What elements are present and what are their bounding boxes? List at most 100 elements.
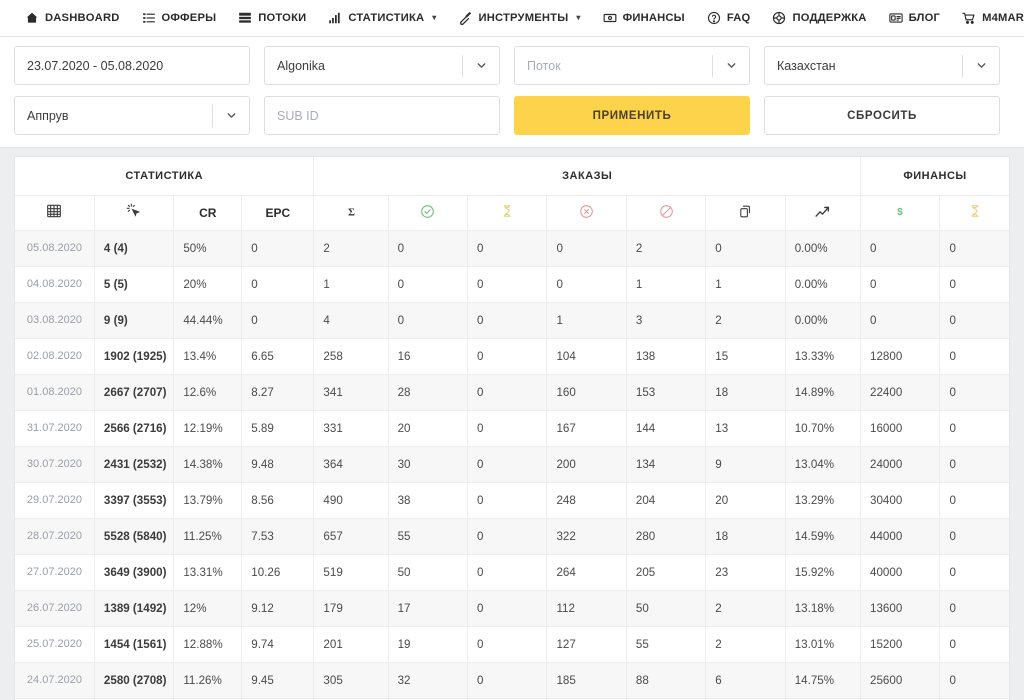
status-select[interactable]: Аппрув xyxy=(14,96,250,135)
cell-rejected: 138 xyxy=(626,338,707,375)
stream-select[interactable]: Поток xyxy=(514,46,750,85)
cell-hold: 0 xyxy=(939,446,1009,483)
table-row[interactable]: 02.08.2020 1902 (1925) 13.4% 6.65 258 16 0 104 1… xyxy=(15,338,1009,375)
cell-clicks: 3397 (3553) xyxy=(94,482,175,519)
table-column-header-cr[interactable]: CR xyxy=(173,195,243,231)
nav-item-блог[interactable]: БЛОГ xyxy=(878,0,951,37)
sigma-icon: Σ xyxy=(344,204,359,219)
cell-hold: 0 xyxy=(939,266,1009,303)
cell-rejected: 204 xyxy=(626,482,707,519)
table-column-header-cancelled[interactable] xyxy=(546,195,627,231)
table-row[interactable]: 28.07.2020 5528 (5840) 11.25% 7.53 657 55 0 322… xyxy=(15,518,1009,555)
table-row[interactable]: 01.08.2020 2667 (2707) 12.6% 8.27 341 28 0 160 1… xyxy=(15,374,1009,411)
reset-button[interactable]: СБРОСИТЬ xyxy=(764,96,1000,135)
chevron-down-icon[interactable] xyxy=(963,47,999,84)
cell-trend: 14.89% xyxy=(785,374,862,411)
table-column-header-approved[interactable] xyxy=(388,195,469,231)
cell-hold: 0 xyxy=(939,662,1009,699)
chevron-down-icon[interactable] xyxy=(463,47,499,84)
table-row[interactable]: 04.08.2020 5 (5) 20% 0 1 0 0 0 1 1 0.00% 0 0 xyxy=(15,266,1009,303)
table-column-header-epc[interactable]: EPC xyxy=(241,195,315,231)
cell-hold: 0 xyxy=(939,374,1009,411)
cell-cr: 12.6% xyxy=(173,374,243,411)
cell-pending: 0 xyxy=(467,374,548,411)
table-column-header-revenue[interactable]: $ xyxy=(860,195,941,231)
cell-cr: 13.79% xyxy=(173,482,243,519)
nav-item-инструменты[interactable]: ИНСТРУМЕНТЫ ▾ xyxy=(447,0,591,37)
calendar-icon xyxy=(46,203,62,219)
table-group-header-row: СТАТИСТИКА ЗАКАЗЫ ФИНАНСЫ xyxy=(15,157,1009,196)
cell-trend: 14.75% xyxy=(785,662,862,699)
cell-cr: 11.26% xyxy=(173,662,243,699)
table-row[interactable]: 31.07.2020 2566 (2716) 12.19% 5.89 331 20 0 167… xyxy=(15,410,1009,447)
offer-select[interactable]: Algonika xyxy=(264,46,500,85)
cell-total: 657 xyxy=(313,518,389,555)
nav-item-label: M4MARKET xyxy=(982,12,1024,24)
cell-total: 519 xyxy=(313,554,389,591)
nav-item-faq[interactable]: FAQ xyxy=(696,0,762,37)
table-column-header-hold[interactable] xyxy=(939,195,1009,231)
chevron-down-icon[interactable] xyxy=(713,47,749,84)
cell-pending: 0 xyxy=(467,302,548,339)
table-row[interactable]: 30.07.2020 2431 (2532) 14.38% 9.48 364 30 0 200… xyxy=(15,446,1009,483)
cell-clicks: 2566 (2716) xyxy=(94,410,175,447)
table-group-header-label: ФИНАНСЫ xyxy=(903,169,967,182)
cell-rejected: 3 xyxy=(626,302,707,339)
cell-total: 364 xyxy=(313,446,389,483)
cell-pending: 0 xyxy=(467,482,548,519)
cell-revenue: 15200 xyxy=(860,626,941,663)
cell-cancelled: 248 xyxy=(546,482,627,519)
cell-epc: 8.56 xyxy=(241,482,315,519)
sub-id-input[interactable]: SUB ID xyxy=(264,96,500,135)
chevron-down-icon[interactable] xyxy=(213,97,249,134)
cell-hold: 0 xyxy=(939,338,1009,375)
nav-item-m4market[interactable]: M4MARKET▾ xyxy=(951,0,1024,37)
cell-clicks: 5 (5) xyxy=(94,266,175,303)
table-row[interactable]: 25.07.2020 1454 (1561) 12.88% 9.74 201 19 0 127… xyxy=(15,626,1009,663)
cell-approved: 55 xyxy=(388,518,469,555)
nav-item-label: БЛОГ xyxy=(908,12,941,24)
cell-trend: 13.01% xyxy=(785,626,862,663)
cell-epc: 9.74 xyxy=(241,626,315,663)
cell-hold: 0 xyxy=(939,518,1009,555)
table-group-header: ЗАКАЗЫ xyxy=(313,157,862,196)
apply-button[interactable]: ПРИМЕНИТЬ xyxy=(514,96,750,135)
nav-item-поддержка[interactable]: ПОДДЕРЖКА xyxy=(761,0,877,37)
hourglass-icon xyxy=(968,204,982,218)
cell-revenue: 30400 xyxy=(860,482,941,519)
nav-item-статистика[interactable]: СТАТИСТИКА ▾ xyxy=(317,0,447,37)
table-column-header-duplicate[interactable] xyxy=(705,195,786,231)
table-row[interactable]: 27.07.2020 3649 (3900) 13.31% 10.26 519 50 0 26… xyxy=(15,554,1009,591)
date-range-input[interactable]: 23.07.2020 - 05.08.2020 xyxy=(14,46,250,85)
trend-up-icon xyxy=(814,203,831,220)
table-row[interactable]: 03.08.2020 9 (9) 44.44% 0 4 0 0 1 3 2 0.00% 0 0 xyxy=(15,302,1009,339)
id-card-icon xyxy=(888,11,903,25)
cell-date: 26.07.2020 xyxy=(15,590,95,627)
cell-epc: 7.53 xyxy=(241,518,315,555)
table-column-header-trend[interactable] xyxy=(785,195,862,231)
lifebuoy-icon xyxy=(772,11,786,25)
cell-revenue: 22400 xyxy=(860,374,941,411)
table-column-header-rejected[interactable] xyxy=(626,195,707,231)
cell-total: 305 xyxy=(313,662,389,699)
cell-duplicate: 13 xyxy=(705,410,786,447)
cell-clicks: 3649 (3900) xyxy=(94,554,175,591)
cell-cancelled: 127 xyxy=(546,626,627,663)
table-row[interactable]: 24.07.2020 2580 (2708) 11.26% 9.45 305 32 0 185… xyxy=(15,662,1009,699)
cell-approved: 0 xyxy=(388,302,469,339)
nav-item-офферы[interactable]: ОФФЕРЫ xyxy=(131,0,228,37)
table-column-header-total[interactable]: Σ xyxy=(313,195,389,231)
cell-approved: 0 xyxy=(388,230,469,267)
table-column-header-date[interactable] xyxy=(15,195,95,231)
country-select[interactable]: Казахстан xyxy=(764,46,1000,85)
table-row[interactable]: 29.07.2020 3397 (3553) 13.79% 8.56 490 38 0 248… xyxy=(15,482,1009,519)
table-row[interactable]: 05.08.2020 4 (4) 50% 0 2 0 0 0 2 0 0.00% 0 0 xyxy=(15,230,1009,267)
table-column-header-pending[interactable] xyxy=(467,195,548,231)
table-row[interactable]: 26.07.2020 1389 (1492) 12% 9.12 179 17 0 112 50 2… xyxy=(15,590,1009,627)
table-column-header-clicks[interactable] xyxy=(94,195,175,231)
nav-item-dashboard[interactable]: DASHBOARD xyxy=(14,0,131,37)
nav-item-потоки[interactable]: ПОТОКИ xyxy=(227,0,317,37)
cell-approved: 38 xyxy=(388,482,469,519)
nav-item-финансы[interactable]: ФИНАНСЫ xyxy=(592,0,696,37)
cell-pending: 0 xyxy=(467,626,548,663)
